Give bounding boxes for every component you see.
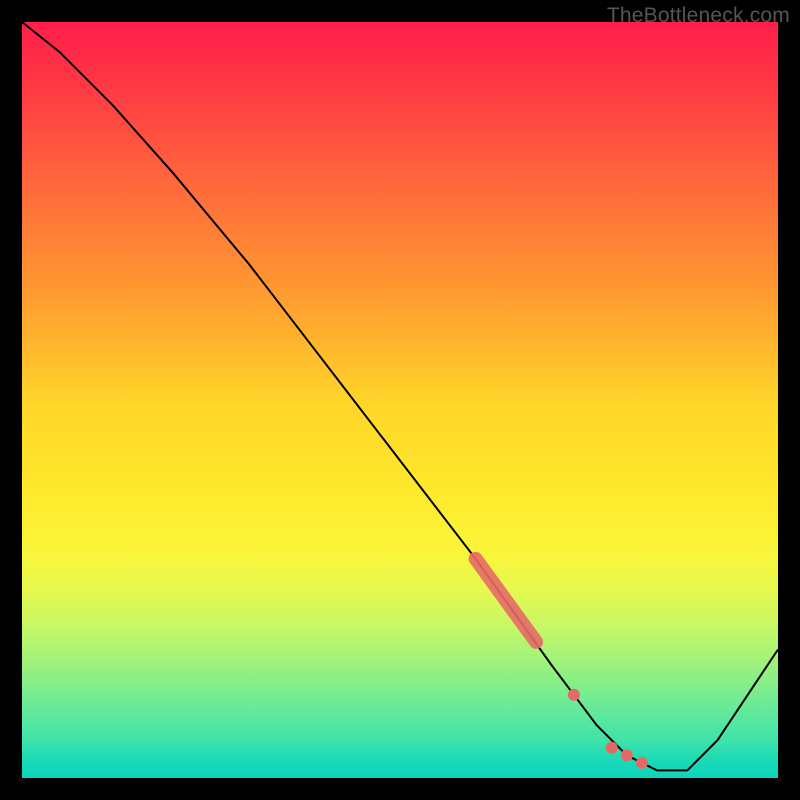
plot-area — [22, 22, 778, 778]
bottleneck-curve — [22, 22, 778, 770]
chart-svg — [22, 22, 778, 778]
highlight-dot — [636, 757, 648, 769]
chart-container: TheBottleneck.com — [0, 0, 800, 800]
highlight-dot — [606, 742, 618, 754]
highlight-band — [476, 559, 536, 642]
highlight-dot — [621, 749, 633, 761]
highlight-dot — [568, 689, 580, 701]
highlight-dots — [568, 689, 648, 769]
